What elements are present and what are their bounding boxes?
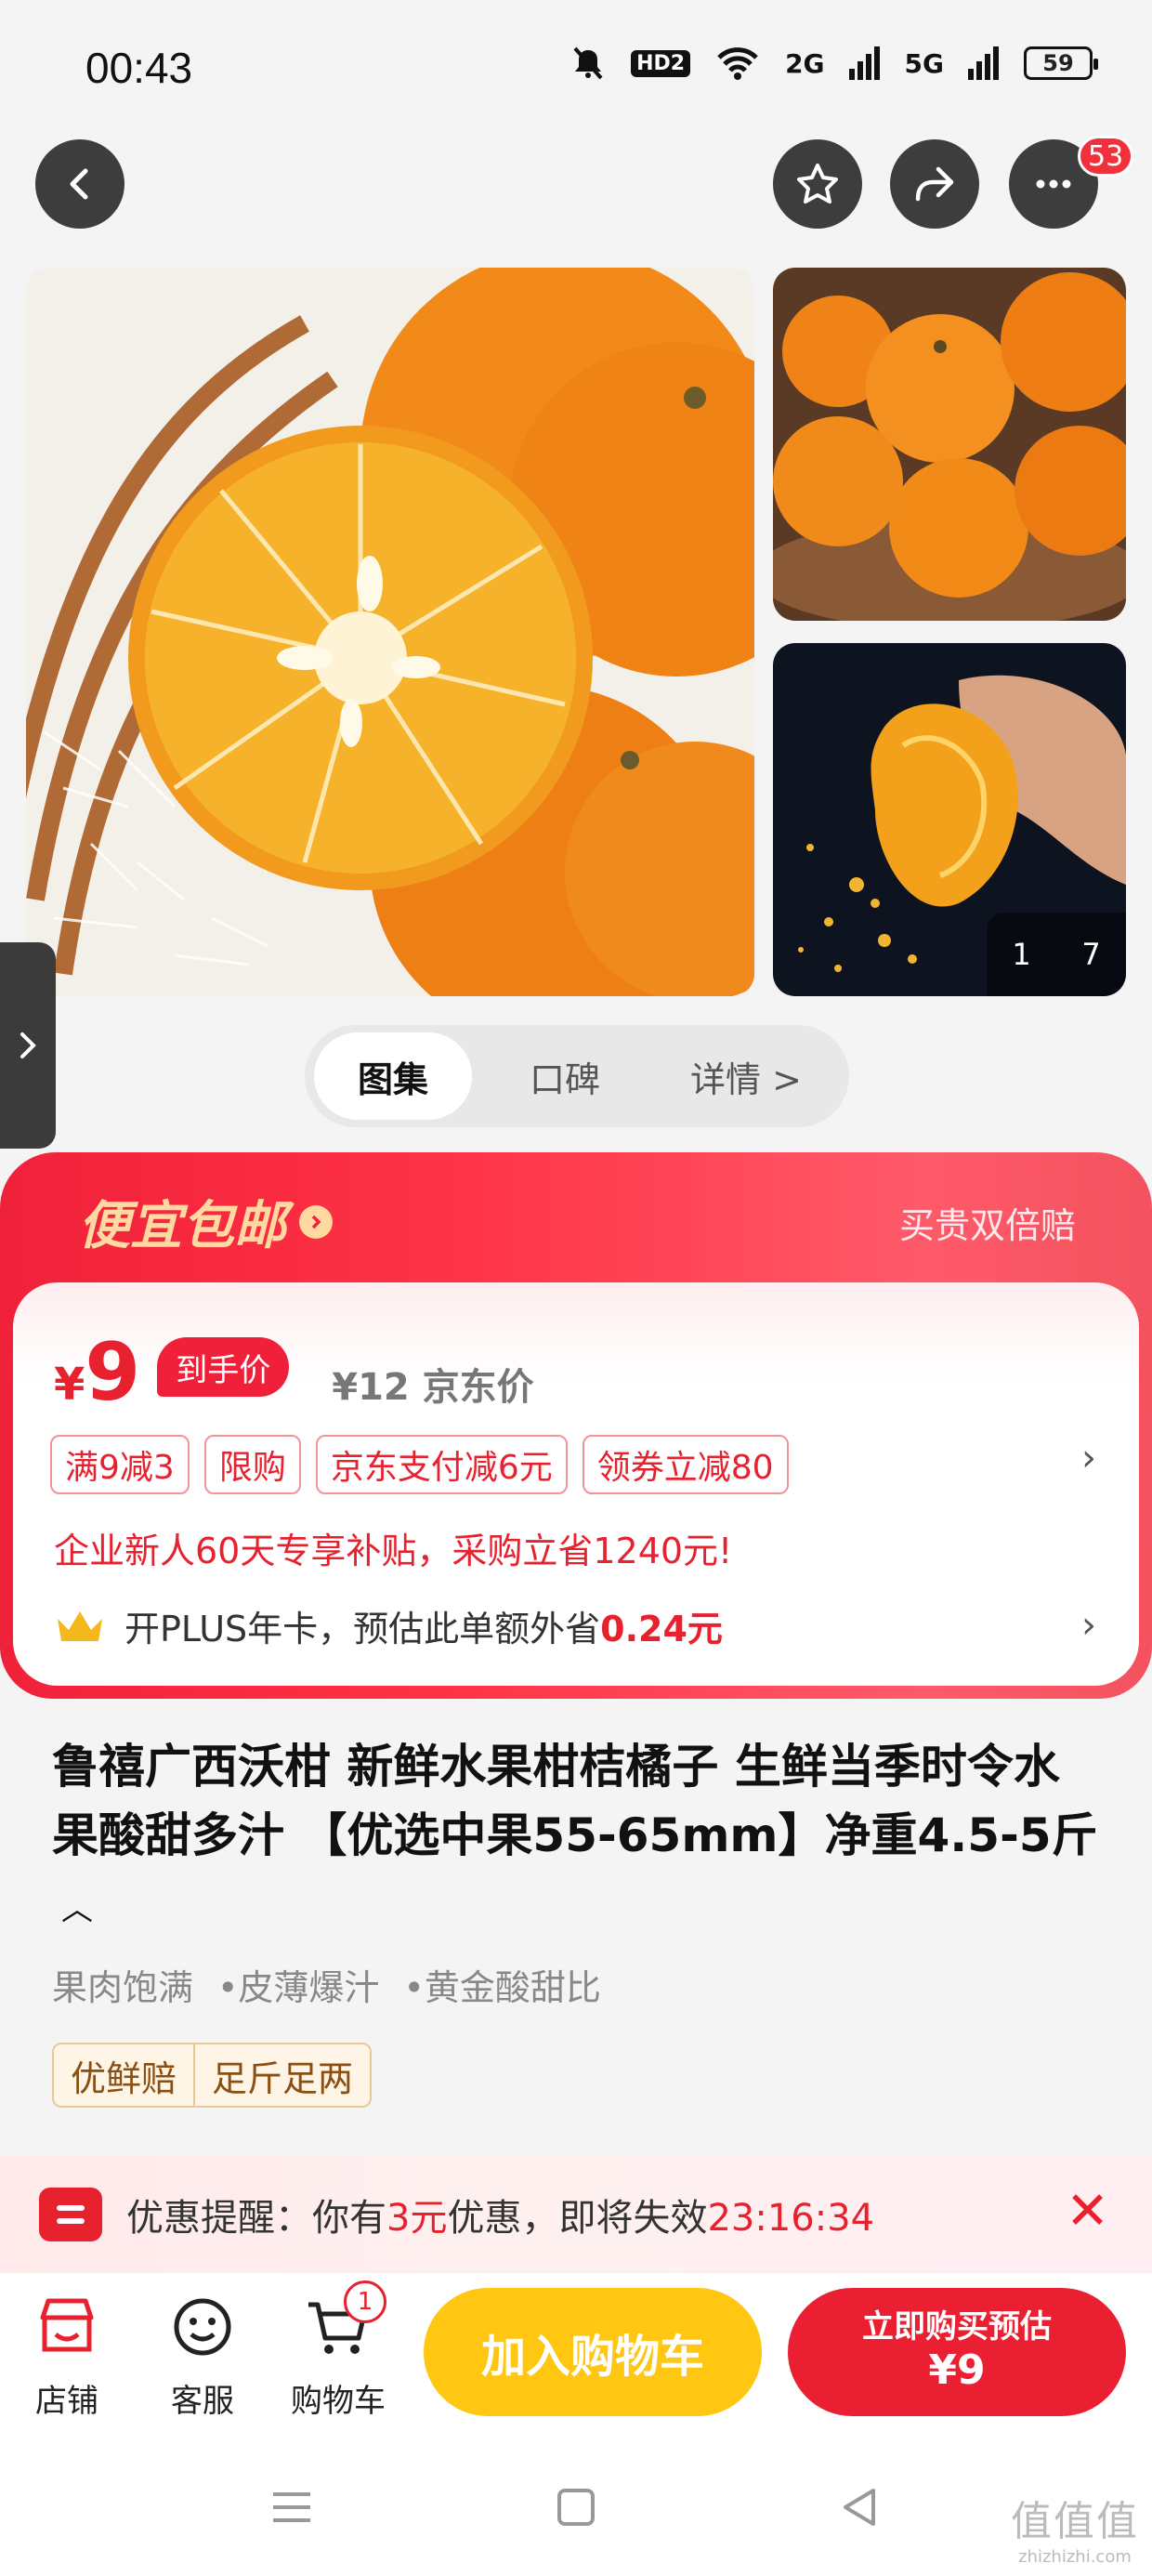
coupon-tag[interactable]: 限购 <box>203 1435 301 1494</box>
promo-title-link[interactable]: 便宜包邮 <box>78 1184 333 1259</box>
cart-count-badge: 1 <box>344 2280 386 2323</box>
watermark-main: 值值值 <box>1011 2498 1139 2545</box>
feature-list: 果肉饱满 •皮薄爆汁 •黄金酸甜比 <box>52 1959 601 2010</box>
chevron-right-icon[interactable]: › <box>1081 1437 1096 1479</box>
buy-now-price: ¥9 <box>928 2346 986 2394</box>
shop-button[interactable]: 店铺 <box>11 2292 123 2421</box>
share-icon <box>915 166 954 202</box>
product-page: 00:43 HD2 2G 5G 59 53 1 7 图集 口碑 详情 > 便宜包… <box>0 0 1152 2576</box>
reminder-amount: 3元 <box>386 2197 448 2240</box>
chevron-up-icon[interactable]: ︿ <box>61 1891 93 1928</box>
tab-reviews[interactable]: 口碑 <box>472 1032 658 1120</box>
tab-gallery[interactable]: 图集 <box>314 1032 472 1120</box>
coupon-list[interactable]: 满9减3 限购 京东支付减6元 领券立减80 <box>50 1435 789 1494</box>
orange-bowl-image <box>773 268 1126 621</box>
crown-icon <box>58 1610 102 1641</box>
service-label: 客服 <box>171 2383 234 2420</box>
feature-item: •黄金酸甜比 <box>403 1967 601 2008</box>
main-product-image[interactable] <box>26 268 754 996</box>
reminder-text: 优惠提醒：你有3元优惠，即将失效23:16:34 <box>126 2188 874 2241</box>
tab-details[interactable]: 详情 > <box>658 1032 834 1120</box>
product-title[interactable]: 鲁禧广西沃柑 新鲜水果柑桔橘子 生鲜当季时令水果酸甜多汁 【优选中果55-65m… <box>52 1732 1102 1944</box>
chevron-right-icon <box>20 1032 36 1058</box>
feature-item: •皮薄爆汁 <box>217 1967 380 2008</box>
service-tags[interactable]: 优鲜赔 足斤足两 <box>52 2043 373 2108</box>
back-triangle-icon[interactable] <box>832 2479 888 2535</box>
signal-bars-icon <box>968 46 999 80</box>
menu-icon[interactable] <box>264 2479 320 2535</box>
more-dots-icon <box>1036 179 1071 189</box>
buy-now-label: 立即购买预估 <box>862 2308 1052 2346</box>
service-smile-icon <box>174 2298 231 2356</box>
image-counter: 1 7 <box>987 913 1126 996</box>
system-nav-bar: 值值值 zhizhizhi.com <box>0 2438 1152 2576</box>
reminder-prefix: 优惠提醒：你有 <box>126 2197 386 2240</box>
orange-halved-image <box>26 268 754 996</box>
thumbnail-oranges-bowl[interactable] <box>773 268 1126 621</box>
shop-label: 店铺 <box>35 2383 98 2420</box>
cart-label: 购物车 <box>291 2383 386 2420</box>
feature-item: 果肉饱满 <box>52 1967 194 2008</box>
watermark: 值值值 zhizhizhi.com <box>1011 2488 1139 2567</box>
reminder-countdown: 23:16:34 <box>707 2197 875 2240</box>
status-icons: HD2 2G 5G 59 <box>569 45 1098 82</box>
share-button[interactable] <box>890 139 979 229</box>
chevron-right-icon[interactable]: › <box>1081 1604 1096 1647</box>
price-panel: ¥ 9 到手价 ¥12 京东价 满9减3 限购 京东支付减6元 领券立减80 ›… <box>13 1282 1139 1686</box>
chevron-left-icon <box>70 168 88 200</box>
product-title-text: 鲁禧广西沃柑 新鲜水果柑桔橘子 生鲜当季时令水果酸甜多汁 【优选中果55-65m… <box>52 1740 1098 1862</box>
mute-icon <box>573 46 603 80</box>
currency-symbol: ¥ <box>54 1359 85 1411</box>
discount-reminder[interactable]: 优惠提醒：你有3元优惠，即将失效23:16:34 ✕ <box>0 2156 1152 2273</box>
signal-2g: 2G <box>785 47 825 79</box>
wifi-icon <box>717 47 758 80</box>
coupon-icon <box>39 2188 102 2241</box>
price-row: ¥ 9 到手价 ¥12 京东价 <box>54 1333 534 1413</box>
status-bar: 00:43 HD2 2G 5G 59 <box>0 0 1152 130</box>
coupon-tag[interactable]: 领券立减80 <box>582 1435 789 1494</box>
close-icon[interactable]: ✕ <box>1066 2186 1109 2238</box>
plus-upsell[interactable]: 开PLUS年卡，预估此单额外省0.24元 <box>54 1600 723 1651</box>
corp-subsidy-text[interactable]: 企业新人60天专享补贴，采购立省1240元! <box>54 1522 732 1573</box>
jd-price: ¥12 京东价 <box>332 1366 534 1409</box>
service-tag: 足斤足两 <box>193 2044 370 2106</box>
buy-now-button[interactable]: 立即购买预估 ¥9 <box>788 2288 1126 2416</box>
signal-bars-icon <box>848 46 880 80</box>
image-counter-current: 1 <box>1012 937 1031 972</box>
coupon-tag[interactable]: 京东支付减6元 <box>315 1435 568 1494</box>
home-square-icon[interactable] <box>548 2479 604 2535</box>
plus-text: 开PLUS年卡，预估此单额外省 <box>124 1609 601 1649</box>
coupon-tag[interactable]: 满9减3 <box>50 1435 190 1494</box>
thumbnail-orange-squeeze[interactable]: 1 7 <box>773 643 1126 996</box>
store-icon <box>40 2298 94 2352</box>
reminder-middle: 优惠，即将失效 <box>447 2197 708 2240</box>
back-button[interactable] <box>35 139 124 229</box>
promo-card: 便宜包邮 买贵双倍赔 ¥ 9 到手价 ¥12 京东价 满9减3 限购 京东支付减… <box>0 1152 1152 1699</box>
signal-5g: 5G <box>904 47 944 79</box>
image-counter-total: 7 <box>1081 937 1101 972</box>
service-tag: 优鲜赔 <box>71 2057 177 2099</box>
chevron-circle-icon <box>299 1204 333 1239</box>
price-guarantee[interactable]: 买贵双倍赔 <box>899 1197 1076 1248</box>
add-to-cart-button[interactable]: 加入购物车 <box>424 2288 762 2416</box>
customer-service-button[interactable]: 客服 <box>147 2292 258 2421</box>
battery-indicator: 59 <box>1024 46 1098 80</box>
notification-badge: 53 <box>1078 136 1134 177</box>
promo-title: 便宜包邮 <box>78 1196 286 1256</box>
hd-indicator: HD2 <box>631 49 691 77</box>
media-tabs: 图集 口碑 详情 > <box>305 1025 849 1127</box>
final-price-tag: 到手价 <box>157 1337 290 1397</box>
favorite-button[interactable] <box>773 139 862 229</box>
final-price: 9 <box>85 1326 141 1419</box>
watermark-sub: zhizhizhi.com <box>1018 2547 1132 2567</box>
plus-amount: 0.24元 <box>600 1609 723 1649</box>
star-icon <box>797 164 838 204</box>
side-drawer-handle[interactable] <box>0 942 56 1149</box>
status-time: 00:43 <box>85 44 193 92</box>
